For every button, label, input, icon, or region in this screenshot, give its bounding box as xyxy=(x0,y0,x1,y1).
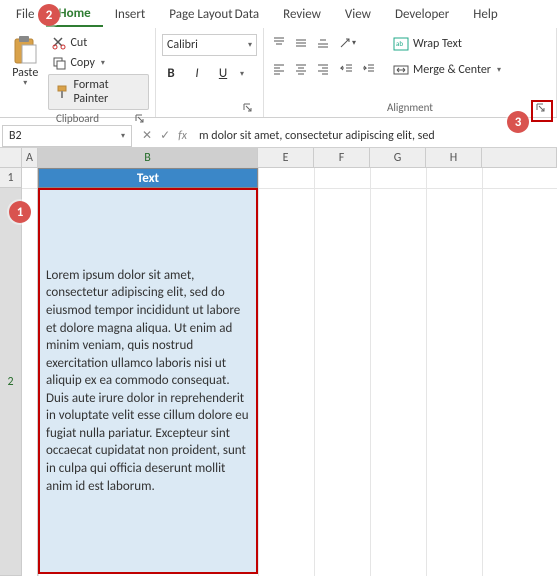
align-right-button[interactable] xyxy=(314,60,332,78)
ribbon: Paste ▾ Cut Copy ▾ xyxy=(0,28,557,118)
merge-center-button[interactable]: Merge & Center ▾ xyxy=(388,60,506,80)
bold-button[interactable]: B xyxy=(162,66,180,81)
col-header-f[interactable]: F xyxy=(314,148,370,168)
copy-icon xyxy=(52,56,66,70)
orientation-button[interactable]: ▾ xyxy=(338,34,356,52)
wrap-text-icon: ab xyxy=(393,37,409,51)
tab-help[interactable]: Help xyxy=(461,2,509,26)
merge-icon xyxy=(393,63,409,77)
cut-button[interactable]: Cut xyxy=(48,34,149,52)
paste-dropdown[interactable]: ▾ xyxy=(23,78,27,88)
tab-review[interactable]: Review xyxy=(271,2,333,26)
formula-bar[interactable]: m dolor sit amet, consectetur adipiscing… xyxy=(197,129,557,143)
callout-3: 3 xyxy=(507,111,529,133)
group-font: Calibri ▾ B I U ▾ xyxy=(156,28,264,117)
col-a-cells[interactable] xyxy=(22,168,38,576)
row-headers: 1 2 xyxy=(0,168,22,576)
format-painter-button[interactable]: Format Painter xyxy=(48,74,149,110)
wrap-text-button[interactable]: ab Wrap Text xyxy=(388,34,506,54)
callout-1: 1 xyxy=(9,201,31,223)
svg-text:ab: ab xyxy=(396,39,403,48)
cell-b1[interactable]: Text xyxy=(38,168,258,188)
merge-center-label: Merge & Center xyxy=(413,63,491,77)
chevron-down-icon: ▾ xyxy=(497,65,501,75)
row-header-2[interactable]: 2 xyxy=(0,188,22,576)
clipboard-dialog-launcher[interactable] xyxy=(133,112,147,126)
col-header-h[interactable]: H xyxy=(426,148,482,168)
name-box-value: B2 xyxy=(9,129,22,143)
annotation-launcher-highlight xyxy=(531,100,553,122)
wrap-text-label: Wrap Text xyxy=(413,37,462,51)
cell-b2[interactable]: Lorem ipsum dolor sit amet, consectetur … xyxy=(38,188,258,574)
group-alignment: ▾ ab Wrap Text Merge & Center ▾ xyxy=(264,28,557,117)
cell-b2-text: Lorem ipsum dolor sit amet, consectetur … xyxy=(46,267,250,495)
col-header-b[interactable]: B xyxy=(38,148,258,168)
chevron-down-icon: ▾ xyxy=(101,58,105,68)
cells-area[interactable]: Text Lorem ipsum dolor sit amet, consect… xyxy=(22,168,557,576)
ribbon-tabs: File Home Insert Page Layout Data Review… xyxy=(0,0,557,28)
col-header-a[interactable]: A xyxy=(22,148,38,168)
tab-developer[interactable]: Developer xyxy=(383,2,461,26)
chevron-down-icon[interactable]: ▾ xyxy=(240,69,244,79)
italic-button[interactable]: I xyxy=(188,66,206,81)
col-header-g[interactable]: G xyxy=(370,148,426,168)
copy-button[interactable]: Copy ▾ xyxy=(48,54,149,72)
enter-formula-icon[interactable]: ✓ xyxy=(160,128,170,143)
align-left-button[interactable] xyxy=(270,60,288,78)
cut-label: Cut xyxy=(70,36,87,50)
font-dialog-launcher[interactable] xyxy=(241,101,255,115)
align-top-button[interactable] xyxy=(270,34,288,52)
cancel-formula-icon[interactable]: ✕ xyxy=(142,128,152,143)
increase-indent-button[interactable] xyxy=(360,60,378,78)
col-header-e[interactable]: E xyxy=(258,148,314,168)
scissors-icon xyxy=(52,36,66,50)
paste-icon[interactable] xyxy=(9,34,41,66)
paintbrush-icon xyxy=(55,85,69,99)
select-all-corner[interactable] xyxy=(0,148,22,168)
column-headers: A B E F G H xyxy=(0,148,557,168)
clipboard-group-label: Clipboard xyxy=(56,112,99,125)
fx-icon[interactable]: fx xyxy=(178,129,187,143)
align-center-button[interactable] xyxy=(292,60,310,78)
font-name-value: Calibri xyxy=(167,38,198,52)
alignment-group-label: Alignment xyxy=(387,101,433,114)
font-name-dropdown[interactable]: Calibri ▾ xyxy=(162,34,257,56)
row-header-1[interactable]: 1 xyxy=(0,168,22,188)
tab-data[interactable]: Data xyxy=(223,2,272,26)
format-painter-label: Format Painter xyxy=(73,78,142,106)
align-bottom-button[interactable] xyxy=(314,34,332,52)
copy-label: Copy xyxy=(70,56,94,70)
callout-2: 2 xyxy=(38,4,60,26)
underline-button[interactable]: U xyxy=(214,66,232,81)
tab-insert[interactable]: Insert xyxy=(103,2,158,26)
decrease-indent-button[interactable] xyxy=(338,60,356,78)
align-middle-button[interactable] xyxy=(292,34,310,52)
tab-view[interactable]: View xyxy=(333,2,383,26)
col-header-blank xyxy=(482,148,557,168)
chevron-down-icon: ▾ xyxy=(248,40,252,50)
chevron-down-icon: ▾ xyxy=(121,131,125,141)
worksheet: A B E F G H 1 2 Text Lorem ipsum dolor s… xyxy=(0,148,557,576)
group-clipboard: Paste ▾ Cut Copy ▾ xyxy=(0,28,156,117)
